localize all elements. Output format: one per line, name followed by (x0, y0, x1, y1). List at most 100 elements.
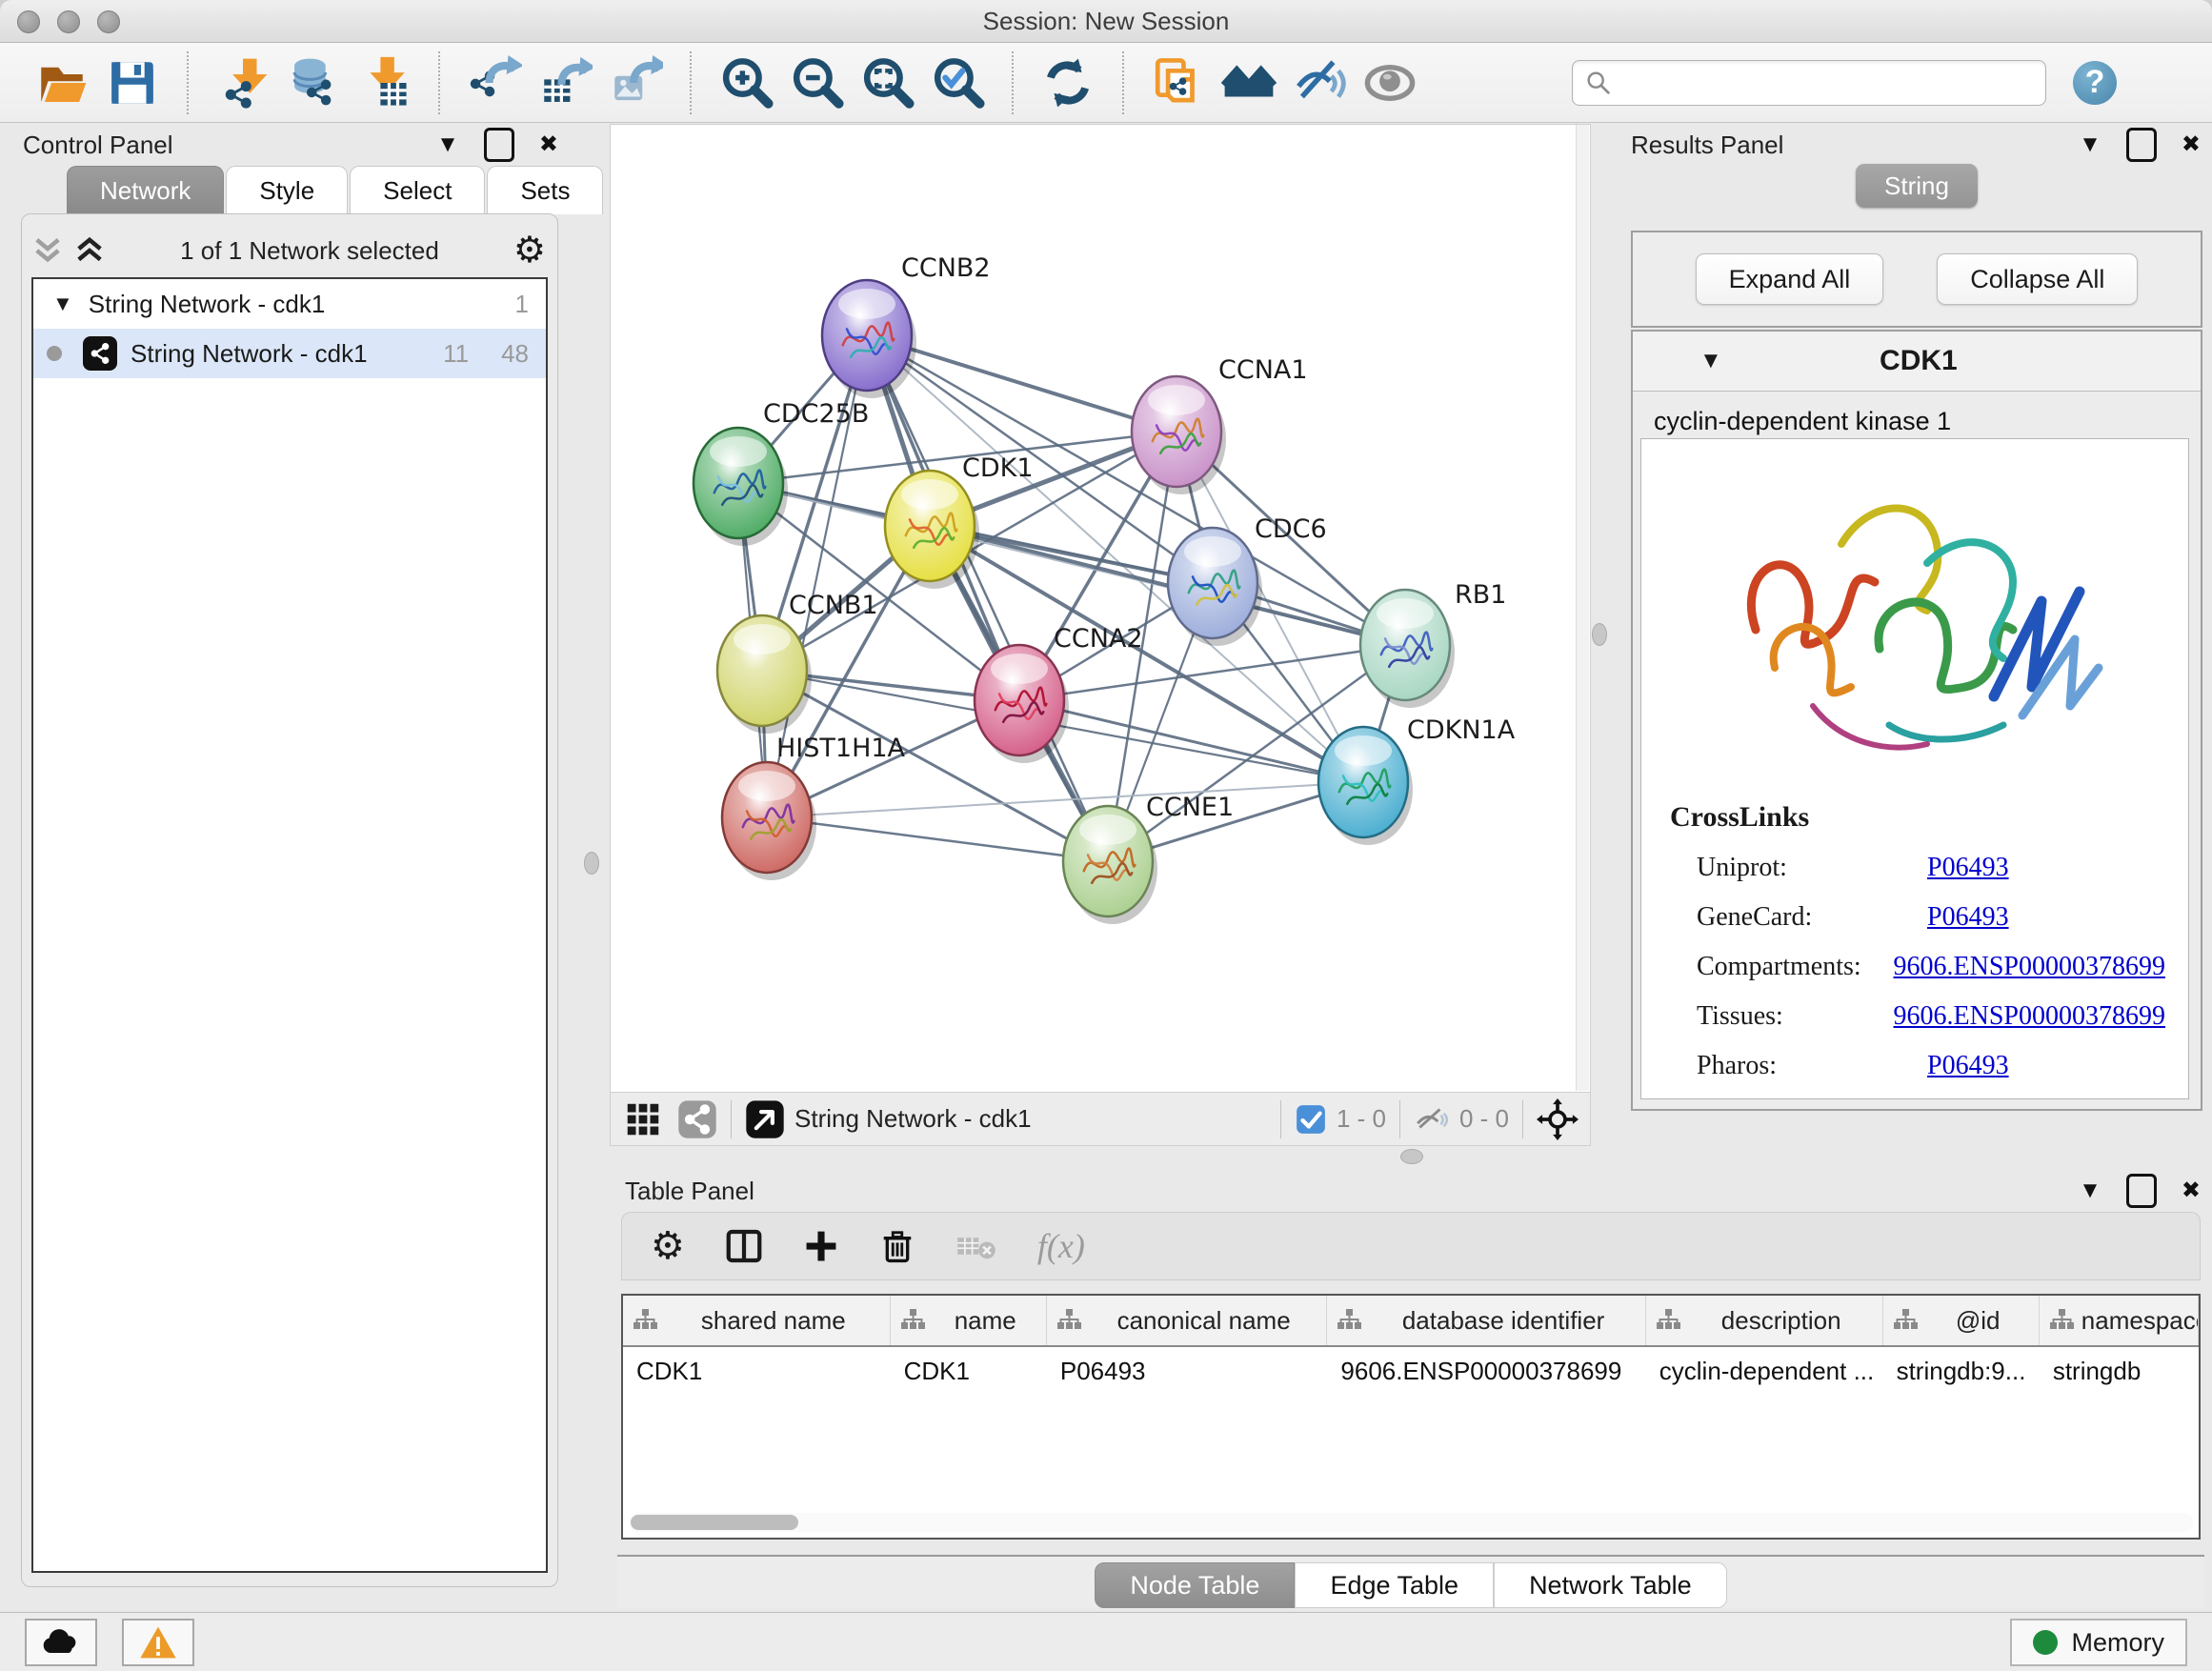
warnings-button[interactable] (122, 1619, 194, 1666)
column-header-label: database identifier (1369, 1306, 1644, 1336)
right-splitter-handle[interactable] (1592, 623, 1607, 646)
edge-CDKN1A-HIST1H1A[interactable] (767, 782, 1363, 817)
zoom-in-button[interactable] (711, 51, 781, 114)
table-scrollbar-thumb[interactable] (631, 1515, 798, 1530)
node-CCNA2[interactable]: CCNA2 (975, 624, 1143, 763)
network-vertical-scrollbar[interactable] (1576, 125, 1589, 1091)
edge-HIST1H1A-CCNE1[interactable] (767, 817, 1108, 861)
float-panel-icon[interactable]: ▼ (2079, 1179, 2101, 1202)
node-CDK1[interactable]: CDK1 (885, 453, 1034, 589)
column-header-namespace[interactable]: namespace (2040, 1296, 2199, 1345)
node-CCNB2[interactable]: CCNB2 (822, 253, 991, 398)
edge-CCNB2-CCNE1[interactable] (867, 335, 1108, 861)
create-column-icon[interactable] (803, 1228, 839, 1264)
network-collection-row[interactable]: ▼ String Network - cdk1 1 (33, 279, 546, 329)
string-view-icon[interactable] (677, 1099, 717, 1139)
node-CDC6[interactable]: CDC6 (1168, 514, 1327, 646)
maximize-panel-icon[interactable] (2126, 1174, 2157, 1208)
search-box[interactable] (1572, 60, 2046, 106)
import-database-button[interactable] (278, 51, 349, 114)
maximize-panel-icon[interactable] (2126, 128, 2157, 162)
show-all-button[interactable] (1355, 51, 1425, 114)
tab-network[interactable]: Network (67, 166, 224, 214)
table-cell[interactable]: cyclin-dependent ... (1646, 1357, 1883, 1386)
node-CDKN1A[interactable]: CDKN1A (1318, 715, 1516, 845)
export-image-button[interactable] (600, 51, 671, 114)
grid-view-icon[interactable] (624, 1100, 662, 1138)
import-table-button[interactable] (349, 51, 419, 114)
float-panel-icon[interactable]: ▼ (436, 133, 459, 156)
crosslink-value-link[interactable]: P06493 (1927, 853, 2009, 883)
crosslink-value-link[interactable]: P06493 (1927, 1051, 2009, 1081)
crosslink-value-link[interactable]: 9606.ENSP00000378699 (1894, 1001, 2165, 1032)
collection-expand-icon[interactable]: ▼ (52, 292, 73, 316)
memory-button[interactable]: Memory (2010, 1619, 2187, 1666)
results-tab-string[interactable]: String (1856, 164, 1978, 208)
selected-checkbox-icon[interactable] (1295, 1103, 1327, 1136)
open-in-new-window-icon[interactable] (745, 1099, 785, 1139)
collapse-all-icon[interactable] (31, 236, 64, 265)
tab-style[interactable]: Style (226, 166, 348, 214)
table-cell[interactable]: stringdb:9... (1883, 1357, 2040, 1386)
refresh-layout-button[interactable] (1033, 51, 1103, 114)
tab-edge-table[interactable]: Edge Table (1295, 1562, 1494, 1608)
help-button[interactable]: ? (2073, 61, 2117, 105)
hide-selected-button[interactable] (1284, 51, 1355, 114)
column-header-description[interactable]: description (1646, 1296, 1883, 1345)
close-panel-icon[interactable]: ✖ (2182, 1179, 2201, 1202)
search-input[interactable] (1613, 63, 2045, 103)
clone-network-button[interactable] (1143, 51, 1214, 114)
open-session-button[interactable] (27, 51, 97, 114)
zoom-selected-button[interactable] (922, 51, 993, 114)
node-CDC25B[interactable]: CDC25B (694, 399, 869, 546)
table-cell[interactable]: 9606.ENSP00000378699 (1327, 1357, 1645, 1386)
table-horizontal-scrollbar[interactable] (629, 1513, 2193, 1532)
node-HIST1H1A[interactable]: HIST1H1A (722, 734, 906, 880)
column-header-shared-name[interactable]: shared name (623, 1296, 891, 1345)
tab-node-table[interactable]: Node Table (1095, 1562, 1295, 1608)
zoom-out-button[interactable] (781, 51, 852, 114)
network-options-gear-icon[interactable]: ⚙ (513, 232, 546, 269)
column-header-name[interactable]: name (891, 1296, 1047, 1345)
table-options-gear-icon[interactable]: ⚙ (651, 1227, 685, 1265)
show-columns-icon[interactable] (725, 1227, 763, 1265)
collapse-all-button[interactable]: Collapse All (1937, 253, 2138, 305)
expand-all-icon[interactable] (73, 236, 106, 265)
crosslink-value-link[interactable]: P06493 (1927, 902, 2009, 933)
expand-all-button[interactable]: Expand All (1696, 253, 1884, 305)
gene-collapse-icon[interactable]: ▼ (1699, 348, 1722, 374)
save-session-button[interactable] (97, 51, 168, 114)
import-network-button[interactable] (208, 51, 278, 114)
column-header-canonical-name[interactable]: canonical name (1047, 1296, 1328, 1345)
tab-select[interactable]: Select (350, 166, 485, 214)
bottom-splitter-handle[interactable] (1400, 1149, 1423, 1164)
table-cell[interactable]: CDK1 (891, 1357, 1047, 1386)
column-header-@id[interactable]: @id (1883, 1296, 2040, 1345)
cloud-status-button[interactable] (25, 1619, 97, 1666)
table-cell[interactable]: P06493 (1047, 1357, 1328, 1386)
fit-network-crosshair-icon[interactable] (1537, 1098, 1579, 1140)
close-panel-icon[interactable]: ✖ (2182, 133, 2201, 156)
export-table-button[interactable] (530, 51, 600, 114)
tab-network-table[interactable]: Network Table (1494, 1562, 1727, 1608)
column-header-database-identifier[interactable]: database identifier (1327, 1296, 1645, 1345)
network-row[interactable]: String Network - cdk1 11 48 (33, 329, 546, 378)
gene-section-header[interactable]: ▼ CDK1 (1633, 332, 2201, 392)
float-panel-icon[interactable]: ▼ (2079, 133, 2101, 156)
left-splitter-handle[interactable] (584, 852, 599, 875)
zoom-fit-button[interactable] (852, 51, 922, 114)
hidden-eye-icon[interactable] (1414, 1103, 1450, 1136)
table-row[interactable]: CDK1CDK1P064939606.ENSP00000378699cyclin… (623, 1347, 2199, 1395)
network-canvas[interactable]: CCNB2 CCNA1 CDC25B CDK1 CDC6 RB1 CCNB1 (610, 124, 1591, 1094)
tab-sets[interactable]: Sets (487, 166, 603, 214)
close-panel-icon[interactable]: ✖ (539, 133, 558, 156)
maximize-panel-icon[interactable] (484, 128, 514, 162)
table-cell[interactable]: stringdb (2040, 1357, 2199, 1386)
node-CCNE1[interactable]: CCNE1 (1063, 793, 1234, 924)
export-network-button[interactable] (459, 51, 530, 114)
table-cell[interactable]: CDK1 (623, 1357, 891, 1386)
crosslink-value-link[interactable]: 9606.ENSP00000378699 (1894, 952, 2165, 982)
home-button[interactable] (1214, 51, 1284, 114)
node-RB1[interactable]: RB1 (1360, 580, 1506, 708)
delete-column-icon[interactable] (879, 1228, 915, 1264)
